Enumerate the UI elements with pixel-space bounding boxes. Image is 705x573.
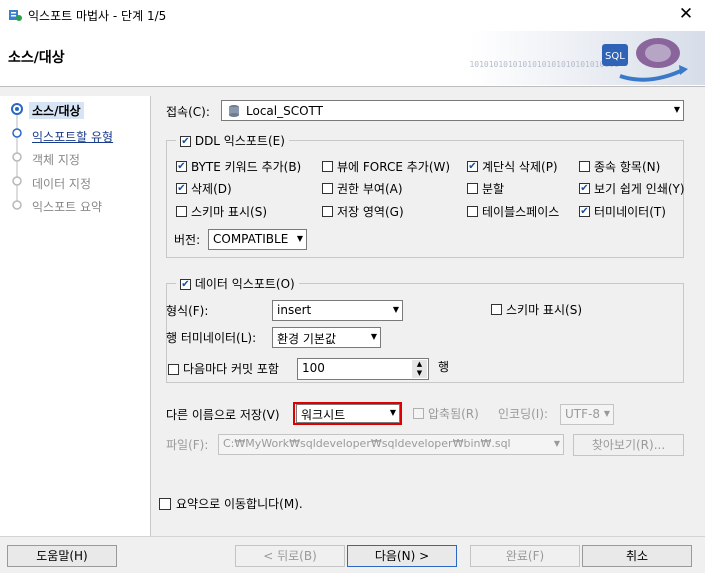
pretty-print-checkbox[interactable] bbox=[579, 183, 590, 194]
byte-keyword-label: BYTE 키워드 추가(B) bbox=[191, 160, 302, 174]
back-button[interactable]: < 뒤로(B) bbox=[235, 545, 345, 567]
encoding-value: UTF-8 bbox=[565, 407, 600, 421]
step-export-types[interactable]: 익스포트할 유형 bbox=[32, 128, 113, 145]
step-specify-data: 데이터 지정 bbox=[32, 177, 92, 191]
dependents-label: 종속 항목(N) bbox=[594, 160, 661, 174]
byte-keyword-checkbox[interactable] bbox=[176, 161, 187, 172]
chevron-down-icon: ▼ bbox=[392, 305, 399, 314]
ddl-export-label: DDL 익스포트(E) bbox=[194, 134, 285, 148]
force-view-checkbox[interactable] bbox=[322, 161, 333, 172]
chevron-down-icon: ▼ bbox=[673, 105, 680, 114]
storage-label: 저장 영역(G) bbox=[337, 205, 404, 219]
ddl-group-header: DDL 익스포트(E) bbox=[176, 132, 289, 149]
footer-divider bbox=[0, 536, 705, 537]
binary-text: 0101010101010101010101010101010101 bbox=[470, 60, 619, 69]
page-title: 소스/대상 bbox=[8, 50, 65, 66]
grants-checkbox[interactable] bbox=[322, 183, 333, 194]
drop-checkbox[interactable] bbox=[176, 183, 187, 194]
chevron-down-icon: ▼ bbox=[553, 439, 560, 448]
commit-rows-value: 100 bbox=[302, 361, 325, 375]
save-as-label: 다른 이름으로 저장(V) bbox=[166, 408, 280, 422]
steps-tree-icon bbox=[8, 100, 28, 218]
drop-label: 삭제(D) bbox=[191, 182, 232, 196]
app-icon bbox=[8, 8, 22, 22]
format-select[interactable]: insert ▼ bbox=[272, 300, 403, 321]
storage-checkbox[interactable] bbox=[322, 206, 333, 217]
next-button[interactable]: 다음(N) > bbox=[347, 545, 457, 567]
database-icon bbox=[227, 104, 241, 121]
chevron-down-icon: ▼ bbox=[296, 234, 303, 243]
chevron-down-icon: ▼ bbox=[389, 408, 396, 417]
browse-button[interactable]: 찾아보기(R)... bbox=[573, 434, 684, 456]
save-as-select[interactable]: 워크시트 ▼ bbox=[296, 404, 400, 423]
file-path-combo[interactable]: C:₩MyWork₩sqldeveloper₩sqldeveloper₩bin₩… bbox=[218, 434, 564, 455]
commit-label: 다음마다 커밋 포함 bbox=[183, 362, 279, 376]
partitioning-checkbox[interactable] bbox=[467, 183, 478, 194]
save-as-value: 워크시트 bbox=[301, 408, 346, 422]
encoding-label: 인코딩(I): bbox=[498, 407, 549, 421]
terminator-label: 터미네이터(T) bbox=[594, 205, 666, 219]
format-value: insert bbox=[277, 303, 312, 317]
data-export-header: 데이터 익스포트(O) bbox=[176, 275, 299, 292]
format-label: 형식(F): bbox=[166, 304, 209, 318]
tablespace-label: 테이블스페이스 bbox=[482, 205, 560, 219]
file-path-value: C:₩MyWork₩sqldeveloper₩sqldeveloper₩bin₩… bbox=[223, 437, 511, 450]
connection-value: Local_SCOTT bbox=[246, 104, 323, 118]
compressed-label: 압축됨(R) bbox=[428, 407, 479, 421]
commit-rows-spinner[interactable]: 100 ▲ ▼ bbox=[297, 358, 429, 380]
go-to-summary-label: 요약으로 이동합니다(M). bbox=[176, 497, 303, 511]
partitioning-label: 분할 bbox=[482, 182, 505, 196]
version-value: COMPATIBLE bbox=[213, 232, 289, 246]
finish-button[interactable]: 완료(F) bbox=[470, 545, 580, 567]
chevron-down-icon: ▼ bbox=[603, 409, 610, 418]
cascade-drop-label: 계단식 삭제(P) bbox=[482, 160, 558, 174]
dependents-checkbox[interactable] bbox=[579, 161, 590, 172]
force-view-label: 뷰에 FORCE 추가(W) bbox=[337, 160, 451, 174]
spin-down-icon[interactable]: ▼ bbox=[412, 369, 427, 378]
file-label: 파일(F): bbox=[166, 438, 209, 452]
commit-checkbox[interactable] bbox=[168, 364, 179, 375]
window-title: 익스포트 마법사 - 단계 1/5 bbox=[28, 9, 167, 23]
cancel-button[interactable]: 취소 bbox=[582, 545, 692, 567]
ddl-export-checkbox[interactable] bbox=[180, 136, 191, 147]
connection-label: 접속(C): bbox=[166, 105, 210, 119]
banner-artwork: 0101010101010101010101010101010101 SQL bbox=[455, 31, 705, 85]
go-to-summary-checkbox[interactable] bbox=[159, 498, 171, 510]
step-export-summary: 익스포트 요약 bbox=[32, 200, 103, 214]
data-export-checkbox[interactable] bbox=[180, 279, 191, 290]
pretty-print-label: 보기 쉽게 인쇄(Y) bbox=[594, 182, 684, 196]
row-terminator-label: 행 터미네이터(L): bbox=[166, 331, 257, 345]
data-export-label: 데이터 익스포트(O) bbox=[194, 277, 295, 291]
data-schema-label: 스키마 표시(S) bbox=[506, 303, 582, 317]
compressed-checkbox[interactable] bbox=[413, 408, 424, 419]
grants-label: 권한 부여(A) bbox=[337, 182, 403, 196]
chevron-down-icon: ▼ bbox=[370, 332, 377, 341]
cascade-drop-checkbox[interactable] bbox=[467, 161, 478, 172]
terminator-checkbox[interactable] bbox=[579, 206, 590, 217]
help-button[interactable]: 도움말(H) bbox=[7, 545, 117, 567]
connection-select[interactable]: Local_SCOTT ▼ bbox=[221, 100, 684, 121]
encoding-select[interactable]: UTF-8 ▼ bbox=[560, 404, 614, 425]
rows-unit-label: 행 bbox=[438, 360, 450, 374]
show-schema-checkbox[interactable] bbox=[176, 206, 187, 217]
data-schema-checkbox[interactable] bbox=[491, 304, 502, 315]
version-label: 버전: bbox=[174, 233, 201, 247]
show-schema-label: 스키마 표시(S) bbox=[191, 205, 267, 219]
tablespace-checkbox[interactable] bbox=[467, 206, 478, 217]
sql-icon-label: SQL bbox=[605, 51, 625, 62]
close-button[interactable]: ✕ bbox=[676, 4, 696, 24]
row-terminator-value: 환경 기본값 bbox=[277, 332, 337, 346]
step-specify-objects: 객체 지정 bbox=[32, 153, 80, 167]
version-select[interactable]: COMPATIBLE ▼ bbox=[208, 229, 307, 250]
spin-up-icon[interactable]: ▲ bbox=[412, 360, 427, 369]
step-source-target[interactable]: 소스/대상 bbox=[29, 102, 84, 119]
row-terminator-select[interactable]: 환경 기본값 ▼ bbox=[272, 327, 381, 348]
